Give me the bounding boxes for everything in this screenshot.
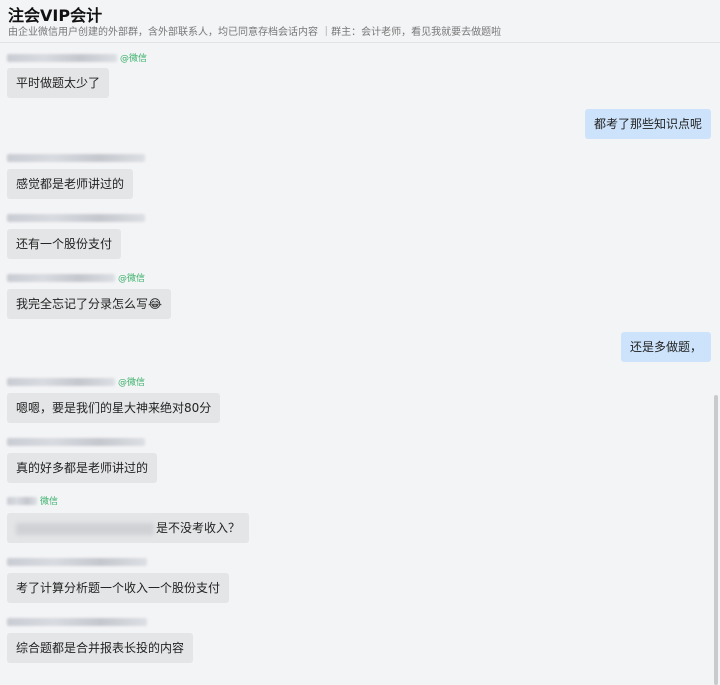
message-bubble[interactable]: 都考了那些知识点呢 (584, 109, 711, 139)
sender-name (7, 436, 145, 447)
sender-name (7, 152, 145, 163)
message-bubble[interactable]: 真的好多都是老师讲过的 (7, 453, 158, 483)
message-bubble[interactable]: 综合题都是合并报表长投的内容 (7, 633, 194, 663)
message-bubble[interactable]: 嗯嗯，要是我们的星大神来绝对80分 (7, 393, 221, 423)
sender-name (7, 556, 147, 567)
message-bubble[interactable]: 还有一个股份支付 (7, 229, 122, 259)
sender-tag: 微信 (40, 497, 59, 507)
sender-name: @微信 (7, 376, 146, 388)
sender-tag: @微信 (120, 54, 148, 64)
scrollbar[interactable] (714, 395, 718, 685)
sender-tag: @微信 (118, 378, 146, 388)
sender-name: 微信 (7, 495, 59, 507)
message-bubble[interactable]: 我完全忘记了分录怎么写😂 (7, 289, 172, 319)
group-subtitle: 由企业微信用户创建的外部群，含外部联系人，均已同意存档会话内容 ｜群主：会计老师… (8, 27, 502, 38)
chat-header: 注会VIP会计 由企业微信用户创建的外部群，含外部联系人，均已同意存档会话内容 … (0, 0, 720, 43)
sender-name: @微信 (7, 52, 148, 64)
message-text: 是不没考收入？ (156, 521, 241, 535)
sender-name: @微信 (7, 272, 146, 284)
sender-name (7, 212, 145, 223)
message-bubble[interactable]: 还是多做题， (620, 332, 711, 362)
message-bubble[interactable]: 平时做题太少了 (7, 68, 110, 98)
redacted-text (16, 522, 154, 535)
message-bubble[interactable]: 感觉都是老师讲过的 (7, 169, 134, 199)
sender-tag: @微信 (118, 274, 146, 284)
message-bubble[interactable]: 考了计算分析题一个收入一个股份支付 (7, 573, 230, 603)
sender-name (7, 616, 147, 627)
message-bubble[interactable]: 是不没考收入？ (7, 513, 250, 543)
